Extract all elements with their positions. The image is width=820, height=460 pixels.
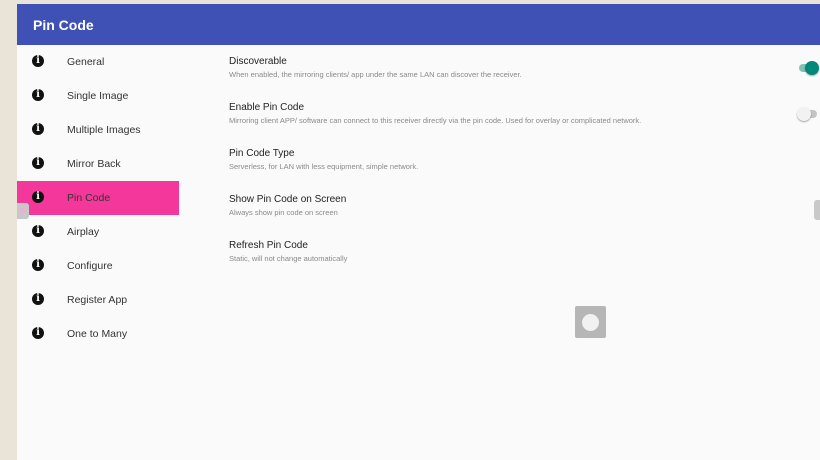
info-icon: i — [32, 293, 44, 305]
sidebar-item-one-to-many[interactable]: i One to Many — [17, 317, 179, 351]
toggle-thumb — [797, 107, 811, 121]
app-window: Pin Code i General i Single Image i Mult… — [17, 4, 820, 460]
info-icon: i — [32, 327, 44, 339]
right-edge-handle[interactable] — [814, 200, 820, 220]
page-title: Pin Code — [33, 17, 94, 33]
sidebar-item-label: One to Many — [67, 328, 128, 340]
sidebar-item-label: General — [67, 56, 105, 68]
setting-enable-pin-code[interactable]: Enable Pin Code Mirroring client APP/ so… — [229, 100, 819, 146]
enable-pin-code-toggle[interactable] — [797, 107, 819, 121]
sidebar-item-airplay[interactable]: i Airplay — [17, 215, 179, 249]
sidebar-item-pin-code[interactable]: i Pin Code — [17, 181, 179, 215]
setting-summary: Mirroring client APP/ software can conne… — [229, 116, 642, 125]
sidebar-item-label: Multiple Images — [67, 124, 141, 136]
setting-title: Refresh Pin Code — [229, 240, 308, 251]
sidebar-item-configure[interactable]: i Configure — [17, 249, 179, 283]
setting-title: Enable Pin Code — [229, 102, 305, 113]
circle-icon — [582, 314, 599, 331]
sidebar-item-label: Airplay — [67, 226, 100, 238]
left-edge-handle[interactable] — [17, 203, 29, 219]
sidebar-item-multiple-images[interactable]: i Multiple Images — [17, 113, 179, 147]
info-icon: i — [32, 89, 44, 101]
app-bar: Pin Code — [17, 4, 820, 45]
sidebar-item-register-app[interactable]: i Register App — [17, 283, 179, 317]
setting-pin-code-type[interactable]: Pin Code Type Serverless, for LAN with l… — [229, 146, 819, 192]
sidebar-item-label: Register App — [67, 294, 128, 306]
sidebar-item-label: Configure — [67, 260, 113, 272]
setting-title: Show Pin Code on Screen — [229, 194, 347, 205]
setting-discoverable[interactable]: Discoverable When enabled, the mirroring… — [229, 54, 819, 100]
sidebar-item-label: Pin Code — [67, 192, 111, 204]
info-icon: i — [32, 259, 44, 271]
info-icon: i — [32, 225, 44, 237]
info-icon: i — [32, 191, 44, 203]
sidebar-item-mirror-back[interactable]: i Mirror Back — [17, 147, 179, 181]
sidebar-item-label: Mirror Back — [67, 158, 121, 170]
setting-summary: Always show pin code on screen — [229, 208, 338, 217]
sidebar-item-label: Single Image — [67, 90, 129, 102]
info-icon: i — [32, 55, 44, 67]
info-icon: i — [32, 157, 44, 169]
sidebar-item-general[interactable]: i General — [17, 45, 179, 79]
setting-refresh-pin-code[interactable]: Refresh Pin Code Static, will not change… — [229, 238, 819, 284]
sidebar-item-single-image[interactable]: i Single Image — [17, 79, 179, 113]
settings-list: Discoverable When enabled, the mirroring… — [229, 54, 819, 284]
setting-title: Pin Code Type — [229, 148, 295, 159]
setting-title: Discoverable — [229, 56, 287, 67]
toggle-thumb — [805, 61, 819, 75]
setting-summary: When enabled, the mirroring clients/ app… — [229, 70, 522, 79]
handle-dot-icon — [20, 208, 25, 213]
setting-summary: Static, will not change automatically — [229, 254, 348, 263]
sidebar: i General i Single Image i Multiple Imag… — [17, 45, 179, 351]
discoverable-toggle[interactable] — [797, 61, 819, 75]
setting-summary: Serverless, for LAN with less equipment,… — [229, 162, 419, 171]
floating-home-button[interactable] — [575, 306, 606, 338]
setting-show-pin-code-on-screen[interactable]: Show Pin Code on Screen Always show pin … — [229, 192, 819, 238]
info-icon: i — [32, 123, 44, 135]
